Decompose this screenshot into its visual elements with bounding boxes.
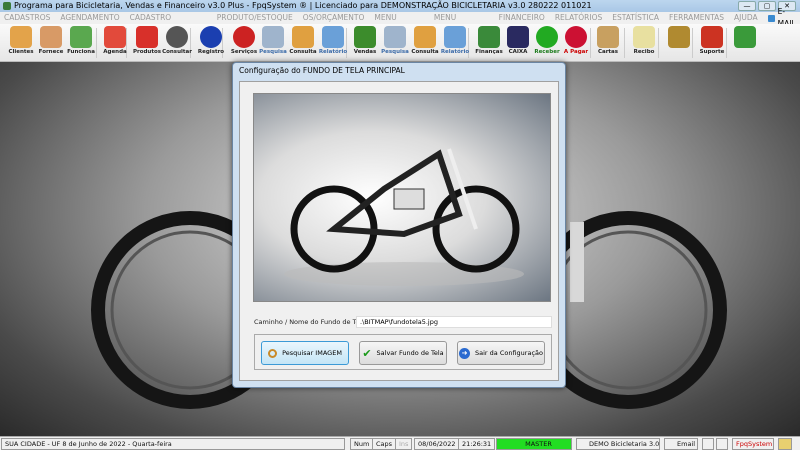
title-bar: Programa para Bicicletaria, Vendas e Fin… [0, 0, 800, 12]
tool-icon [734, 26, 756, 48]
pesquisa-icon [262, 26, 284, 48]
toolbar-button-cartas[interactable]: Cartas [593, 26, 623, 60]
wallpaper-preview [253, 93, 551, 302]
calendar-icon[interactable] [778, 438, 792, 450]
consulta-icon [414, 26, 436, 48]
recibo-icon [633, 26, 655, 48]
menu-item[interactable]: MENU COMPRAS [434, 12, 489, 34]
menu-item[interactable]: CADASTRO BICICLETAS [130, 12, 207, 34]
status-date: 08/06/2022 [414, 438, 460, 450]
status-email[interactable]: Email [664, 438, 698, 450]
status-bar: SUA CIDADE - UF 8 de Junho de 2022 - Qua… [0, 436, 800, 450]
status-ins: Ins [395, 438, 413, 450]
status-edition: DEMO Bicicletaria 3.0 [576, 438, 660, 450]
search-image-button[interactable]: Pesquisar IMAGEM [261, 341, 349, 365]
status-brand: FpqSystem [732, 438, 774, 450]
toolbar-button-funciona[interactable]: Funciona [66, 26, 96, 60]
menu-item[interactable]: CADASTROS [4, 12, 50, 24]
toolbar-label: Suporte [699, 49, 725, 55]
window-title: Programa para Bicicletaria, Vendas e Fin… [14, 1, 592, 10]
status-user: MASTER [496, 438, 572, 450]
arrow-right-icon: ➜ [459, 347, 470, 359]
servios-icon [233, 26, 255, 48]
relatrio-icon [322, 26, 344, 48]
bike-preview-image [284, 148, 524, 286]
toolbar-button-item23[interactable] [730, 26, 760, 60]
magnifier-icon [268, 348, 278, 358]
finanas-icon [478, 26, 500, 48]
toolbar-button-recibo[interactable]: Recibo [629, 26, 659, 60]
consultar-icon [166, 26, 188, 48]
status-caps: Caps [372, 438, 397, 450]
path-label: Caminho / Nome do Fundo de Tela [254, 318, 366, 326]
background-config-dialog: Configuração do FUNDO DE TELA PRINCIPAL … [232, 62, 566, 388]
menu-item[interactable]: AJUDA [734, 12, 758, 24]
funciona-icon [70, 26, 92, 48]
tool-icon [668, 26, 690, 48]
maximize-button[interactable]: ▢ [758, 1, 776, 11]
status-num: Num [350, 438, 374, 450]
apagar-icon [565, 26, 587, 48]
minimize-button[interactable]: — [738, 1, 756, 11]
calculator-icon[interactable] [716, 438, 728, 450]
toolbar: Clientes Fornece Funciona Agenda Produtos Con… [0, 24, 800, 62]
vendas-icon [354, 26, 376, 48]
toolbar-button-registro[interactable]: Registro [196, 26, 226, 60]
produtos-icon [136, 26, 158, 48]
menu-item-email[interactable]: E-MAIL [767, 7, 800, 28]
caixa-icon [507, 26, 529, 48]
relatrio-icon [444, 26, 466, 48]
search-image-label: Pesquisar IMAGEM [282, 349, 342, 357]
email-icon [767, 14, 775, 22]
menu-item[interactable]: PRODUTO/ESTOQUE [217, 12, 293, 24]
app-icon [3, 2, 11, 10]
exit-config-button[interactable]: ➜ Sair da Configuração [457, 341, 545, 365]
toolbar-label: Recibo [633, 49, 655, 55]
fornece-icon [40, 26, 62, 48]
cartas-icon [597, 26, 619, 48]
suporte-icon [701, 26, 723, 48]
clientes-icon [10, 26, 32, 48]
registro-icon [200, 26, 222, 48]
toolbar-button-suporte[interactable]: Suporte [697, 26, 727, 60]
menu-item[interactable]: FINANCEIRO [499, 12, 545, 24]
menu-item[interactable]: ESTATÍSTICA [612, 12, 659, 24]
consulta-icon [292, 26, 314, 48]
status-time: 21:26:31 [458, 438, 496, 450]
toolbar-button-item21[interactable] [664, 26, 694, 60]
menu-bar: CADASTROS AGENDAMENTO CADASTRO BICICLETAS P… [0, 7, 800, 34]
toolbar-button-consultar[interactable]: Consultar [162, 26, 192, 60]
menu-item[interactable]: AGENDAMENTO [60, 12, 119, 24]
save-background-label: Salvar Fundo de Tela [376, 349, 444, 357]
agenda-icon [104, 26, 126, 48]
checkmark-icon: ✔ [362, 346, 372, 360]
toolbar-button-relatrio[interactable]: Relatório [440, 26, 470, 60]
receber-icon [536, 26, 558, 48]
dialog-title: Configuração do FUNDO DE TELA PRINCIPAL [239, 66, 405, 75]
menu-item[interactable]: MENU VENDAS [374, 12, 424, 34]
menu-item[interactable]: OS/ORÇAMENTO [303, 12, 365, 24]
printer-icon[interactable] [702, 438, 714, 450]
pesquisa-icon [384, 26, 406, 48]
save-background-button[interactable]: ✔ Salvar Fundo de Tela [359, 341, 447, 365]
path-input[interactable]: .\BITMAP\fundotela5.jpg [356, 316, 552, 328]
menu-item[interactable]: RELATÓRIOS [555, 12, 602, 24]
status-city-date: SUA CIDADE - UF 8 de Junho de 2022 - Qua… [1, 438, 345, 450]
menu-item[interactable]: FERRAMENTAS [669, 12, 724, 24]
exit-config-label: Sair da Configuração [475, 349, 543, 357]
